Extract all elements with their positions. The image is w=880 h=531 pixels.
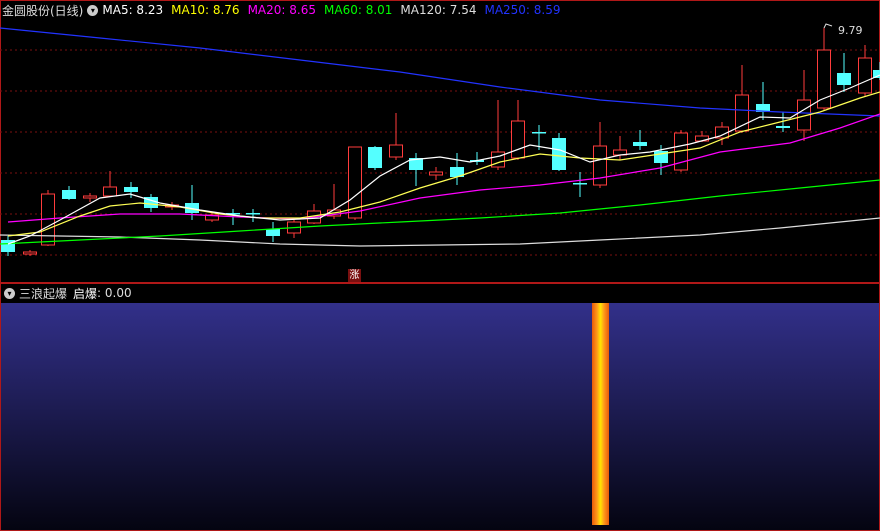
ma120-line xyxy=(0,217,880,247)
chevron-down-icon[interactable]: ▾ xyxy=(87,4,99,16)
indicator-chart xyxy=(0,283,880,531)
candle-body xyxy=(573,183,587,185)
candle-body xyxy=(266,229,280,236)
max-price-pointer xyxy=(823,23,833,29)
candle-body xyxy=(552,138,566,170)
ma-label-3: MA60: 8.01 xyxy=(324,3,393,17)
candle-body xyxy=(62,190,76,199)
candle-body xyxy=(532,132,546,134)
indicator-field-value: 0.00 xyxy=(104,286,132,300)
candle-body xyxy=(246,213,260,215)
candle-body xyxy=(511,120,525,159)
candle-body xyxy=(858,57,872,94)
indicator-panel[interactable]: ▾ 三浪起爆 启爆 : 0.00 xyxy=(0,283,880,531)
ma-label-1: MA10: 8.76 xyxy=(171,3,240,17)
candle-body xyxy=(124,187,138,192)
indicator-field-label: 启爆 xyxy=(73,286,98,301)
indicator-name: 三浪起爆 xyxy=(19,286,68,301)
candle-body xyxy=(83,195,97,199)
candle-body xyxy=(633,142,647,146)
chart-title: 金圆股份(日线) xyxy=(2,3,84,18)
candle-body xyxy=(23,251,37,255)
indicator-colon: : xyxy=(97,286,105,300)
candle-body xyxy=(837,73,851,85)
candle-body xyxy=(389,144,403,158)
chevron-down-icon[interactable]: ▾ xyxy=(4,287,15,299)
candle-body xyxy=(817,49,831,109)
candlestick-chart[interactable] xyxy=(0,0,880,283)
chart-frame xyxy=(0,0,880,283)
candle-body xyxy=(368,147,382,168)
candle-body xyxy=(776,126,790,128)
ma5-line xyxy=(7,74,880,245)
ma-legend: MA5: 8.23 MA10: 8.76 MA20: 8.65 MA60: 8.01 M… xyxy=(102,3,568,17)
indicator-legend: ▾ 三浪起爆 启爆 : 0.00 xyxy=(0,283,132,303)
main-legend: 金圆股份(日线) ▾ MA5: 8.23 MA10: 8.76 MA20: 8.65… xyxy=(0,0,569,20)
candle-body xyxy=(593,145,607,186)
ma-label-5: MA250: 8.59 xyxy=(484,3,561,17)
main-chart-panel[interactable]: 金圆股份(日线) ▾ MA5: 8.23 MA10: 8.76 MA20: 8.65… xyxy=(0,0,880,283)
ma-label-2: MA20: 8.65 xyxy=(247,3,316,17)
candle-body xyxy=(429,171,443,176)
indicator-background xyxy=(0,303,880,531)
rise-flag: 涨 xyxy=(348,269,361,282)
ma-label-0: MA5: 8.23 xyxy=(102,3,164,17)
ma-label-4: MA120: 7.54 xyxy=(400,3,477,17)
signal-bar xyxy=(592,303,609,525)
candle-body xyxy=(103,186,117,197)
max-price-label: 9.79 xyxy=(838,24,863,37)
